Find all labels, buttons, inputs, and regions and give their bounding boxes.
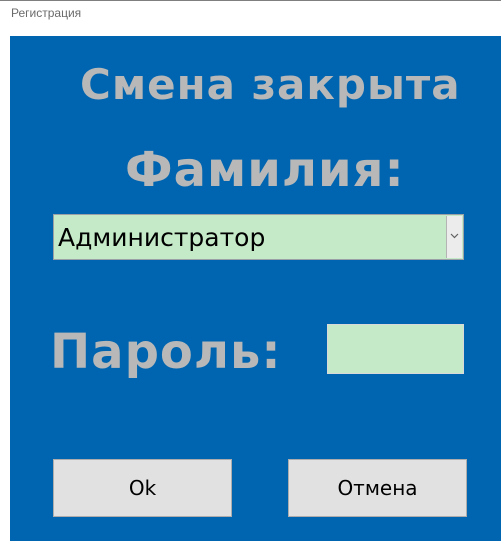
password-label: Пароль: [50, 324, 282, 380]
surname-label: Фамилия: [125, 142, 405, 198]
ok-button[interactable]: Ok [53, 459, 232, 517]
window-title: Регистрация [11, 6, 82, 20]
password-input[interactable] [327, 324, 464, 374]
surname-select-dropdown-button[interactable] [446, 216, 462, 258]
cancel-button[interactable]: Отмена [288, 459, 467, 517]
window-title-bar: Регистрация [0, 0, 501, 36]
chevron-down-icon [450, 233, 459, 239]
surname-select-value: Администратор [58, 223, 266, 252]
login-form-panel: Смена закрыта Фамилия: Администратор Пар… [10, 36, 501, 541]
surname-select[interactable]: Администратор [53, 214, 464, 260]
shift-status-heading: Смена закрыта [80, 60, 461, 109]
